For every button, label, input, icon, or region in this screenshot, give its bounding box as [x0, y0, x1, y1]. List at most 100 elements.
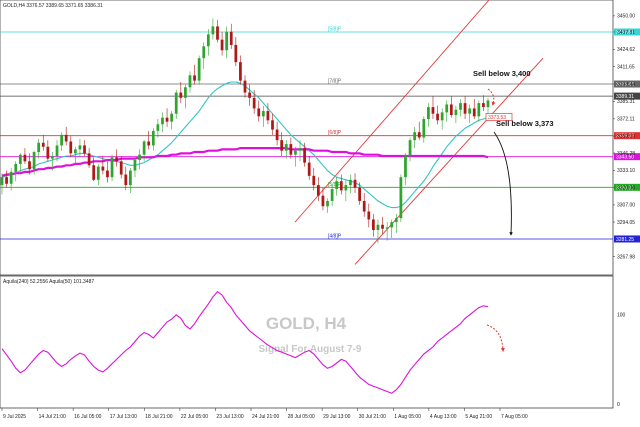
- price-tick-label: 3424.62: [617, 47, 635, 53]
- date-tick-label: 16 Jul 05:00: [74, 414, 101, 420]
- candle-body: [188, 75, 192, 88]
- candle-body: [55, 145, 59, 157]
- watermark-subtitle: Signal For August 7-9: [259, 344, 362, 355]
- candle-body: [408, 140, 412, 157]
- candle-body: [404, 156, 407, 178]
- candle-body: [303, 148, 306, 163]
- candle-body: [339, 181, 343, 191]
- candle-body: [202, 46, 206, 59]
- candle-body: [477, 103, 481, 117]
- level-tag-text: 3281.25: [616, 237, 634, 243]
- candle-body: [399, 177, 403, 219]
- level-label: [4/8]P: [328, 233, 342, 239]
- candle-body: [294, 150, 297, 155]
- price-tick-label: 3437.81: [617, 30, 635, 36]
- candle-body: [239, 62, 242, 81]
- date-tick-label: 23 Jul 13:00: [216, 414, 243, 420]
- date-tick-label: 5 Aug 21:00: [465, 414, 492, 420]
- candle-body: [110, 157, 114, 178]
- candle-body: [275, 129, 279, 141]
- candle-body: [316, 185, 320, 196]
- candle-body: [96, 166, 100, 180]
- candle-body: [23, 154, 27, 162]
- price-tick-label: 3411.65: [617, 64, 635, 70]
- date-tick-label: 18 Jul 21:00: [145, 414, 172, 420]
- candle-body: [353, 179, 357, 188]
- candle-body: [440, 112, 444, 121]
- candle-body: [257, 108, 261, 117]
- price-tick-label: 3307.00: [617, 203, 635, 209]
- candle-body: [156, 124, 160, 131]
- candle-body: [482, 103, 485, 108]
- candle-body: [335, 181, 339, 190]
- candle-body: [454, 109, 458, 116]
- candle-body: [184, 87, 187, 98]
- candle-body: [472, 108, 476, 117]
- price-tick-label: 3385.31: [617, 99, 635, 105]
- candle-body: [60, 134, 63, 146]
- indicator-tick-label: 100: [617, 313, 626, 319]
- candle-body: [216, 26, 219, 40]
- date-tick-label: 4 Aug 13:00: [430, 414, 457, 420]
- level-label: [5/8]P: [328, 26, 342, 32]
- candle-body: [119, 161, 123, 175]
- sell-annotation-1: Sell below 3,400: [473, 69, 531, 78]
- candle-body: [422, 118, 426, 138]
- date-tick-label: 17 Jul 13:00: [110, 414, 137, 420]
- candle-body: [225, 31, 229, 51]
- candle-body: [101, 166, 105, 171]
- candle-body: [376, 224, 380, 231]
- date-tick-label: 14 Jul 21:00: [39, 414, 66, 420]
- candle-body: [349, 179, 352, 186]
- candle-body: [261, 111, 265, 117]
- price-header: GOLD,H4 3376.57 3389.65 3371.65 3386.31: [3, 3, 103, 9]
- candle-body: [431, 107, 435, 114]
- candle-body: [14, 163, 18, 172]
- candle-body: [385, 227, 389, 229]
- candle-body: [115, 157, 118, 162]
- candle-body: [362, 200, 366, 212]
- candle-body: [129, 170, 132, 186]
- candle-body: [445, 104, 449, 113]
- candle-body: [459, 103, 462, 110]
- level-label: [5/8]P: [328, 182, 342, 188]
- candle-body: [271, 120, 274, 130]
- date-tick-label: 1 Aug 05:00: [394, 414, 421, 420]
- candle-body: [106, 170, 109, 178]
- candle-body: [252, 97, 256, 109]
- candle-body: [147, 141, 151, 146]
- candle-body: [468, 108, 472, 114]
- candle-body: [51, 156, 54, 159]
- price-tick-label: 3267.98: [617, 254, 635, 260]
- candle-body: [64, 134, 68, 142]
- candle-body: [326, 200, 329, 207]
- candle-body: [170, 113, 174, 122]
- candle-body: [5, 177, 8, 184]
- candle-body: [142, 141, 146, 155]
- price-tick-label: 3320.00: [617, 186, 635, 192]
- level-label: [6/8]P: [328, 130, 342, 136]
- candle-body: [413, 132, 417, 141]
- candle-body: [243, 80, 247, 93]
- gold-h4-chart: GOLD,H4 3376.57 3389.65 3371.65 3386.31 …: [0, 0, 640, 420]
- date-tick-label: 29 Jul 13:00: [323, 414, 350, 420]
- price-tick-label: 3346.28: [617, 151, 635, 157]
- candle-body: [427, 107, 430, 119]
- candle-body: [344, 185, 348, 191]
- price-tick-label: 3372.11: [617, 117, 635, 123]
- candle-body: [229, 31, 233, 45]
- candle-body: [234, 44, 238, 63]
- candle-body: [18, 154, 22, 164]
- candle-body: [436, 113, 439, 121]
- watermark-title: GOLD, H4: [266, 314, 347, 333]
- candle-body: [206, 34, 210, 47]
- candle-body: [381, 224, 384, 229]
- candle-body: [280, 140, 284, 151]
- candle-body: [248, 92, 251, 98]
- price-tick-label: 3450.00: [617, 14, 635, 20]
- candle-body: [161, 117, 164, 125]
- price-tick-label: 3359.09: [617, 134, 635, 140]
- candle-body: [9, 171, 13, 184]
- candle-body: [463, 103, 467, 114]
- candle-body: [266, 111, 270, 121]
